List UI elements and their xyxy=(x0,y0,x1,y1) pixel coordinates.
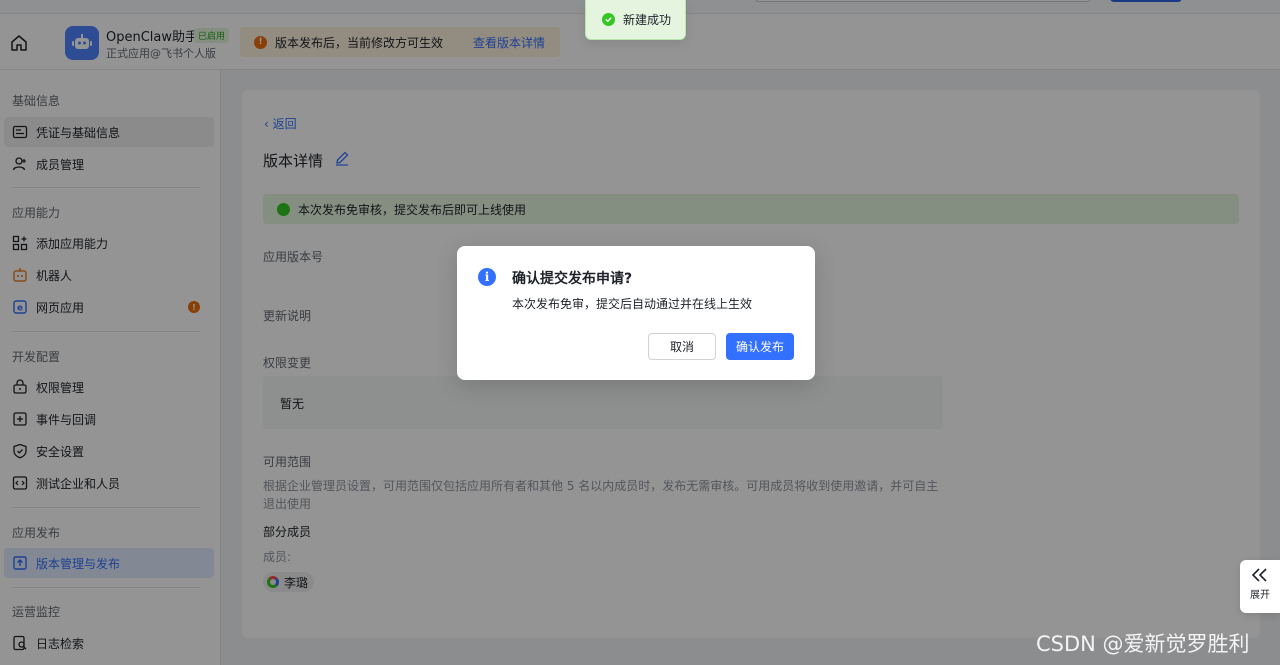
info-icon: i xyxy=(478,268,496,286)
confirm-publish-dialog: i 确认提交发布申请? 本次发布免审，提交后自动通过并在线上生效 取消 确认发布 xyxy=(457,246,815,380)
dialog-content: 本次发布免审，提交后自动通过并在线上生效 xyxy=(512,297,753,311)
check-circle-icon xyxy=(602,13,615,26)
confirm-publish-button[interactable]: 确认发布 xyxy=(726,333,794,360)
double-chevron-left-icon xyxy=(1251,568,1267,582)
watermark: CSDN @爱新觉罗胜利 xyxy=(1036,632,1250,656)
expand-button[interactable]: 展开 xyxy=(1240,560,1280,613)
success-toast: 新建成功 xyxy=(585,0,686,40)
cancel-button[interactable]: 取消 xyxy=(648,333,716,360)
expand-label: 展开 xyxy=(1250,590,1270,601)
dialog-title: 确认提交发布申请? xyxy=(512,271,633,287)
toast-text: 新建成功 xyxy=(623,13,672,27)
